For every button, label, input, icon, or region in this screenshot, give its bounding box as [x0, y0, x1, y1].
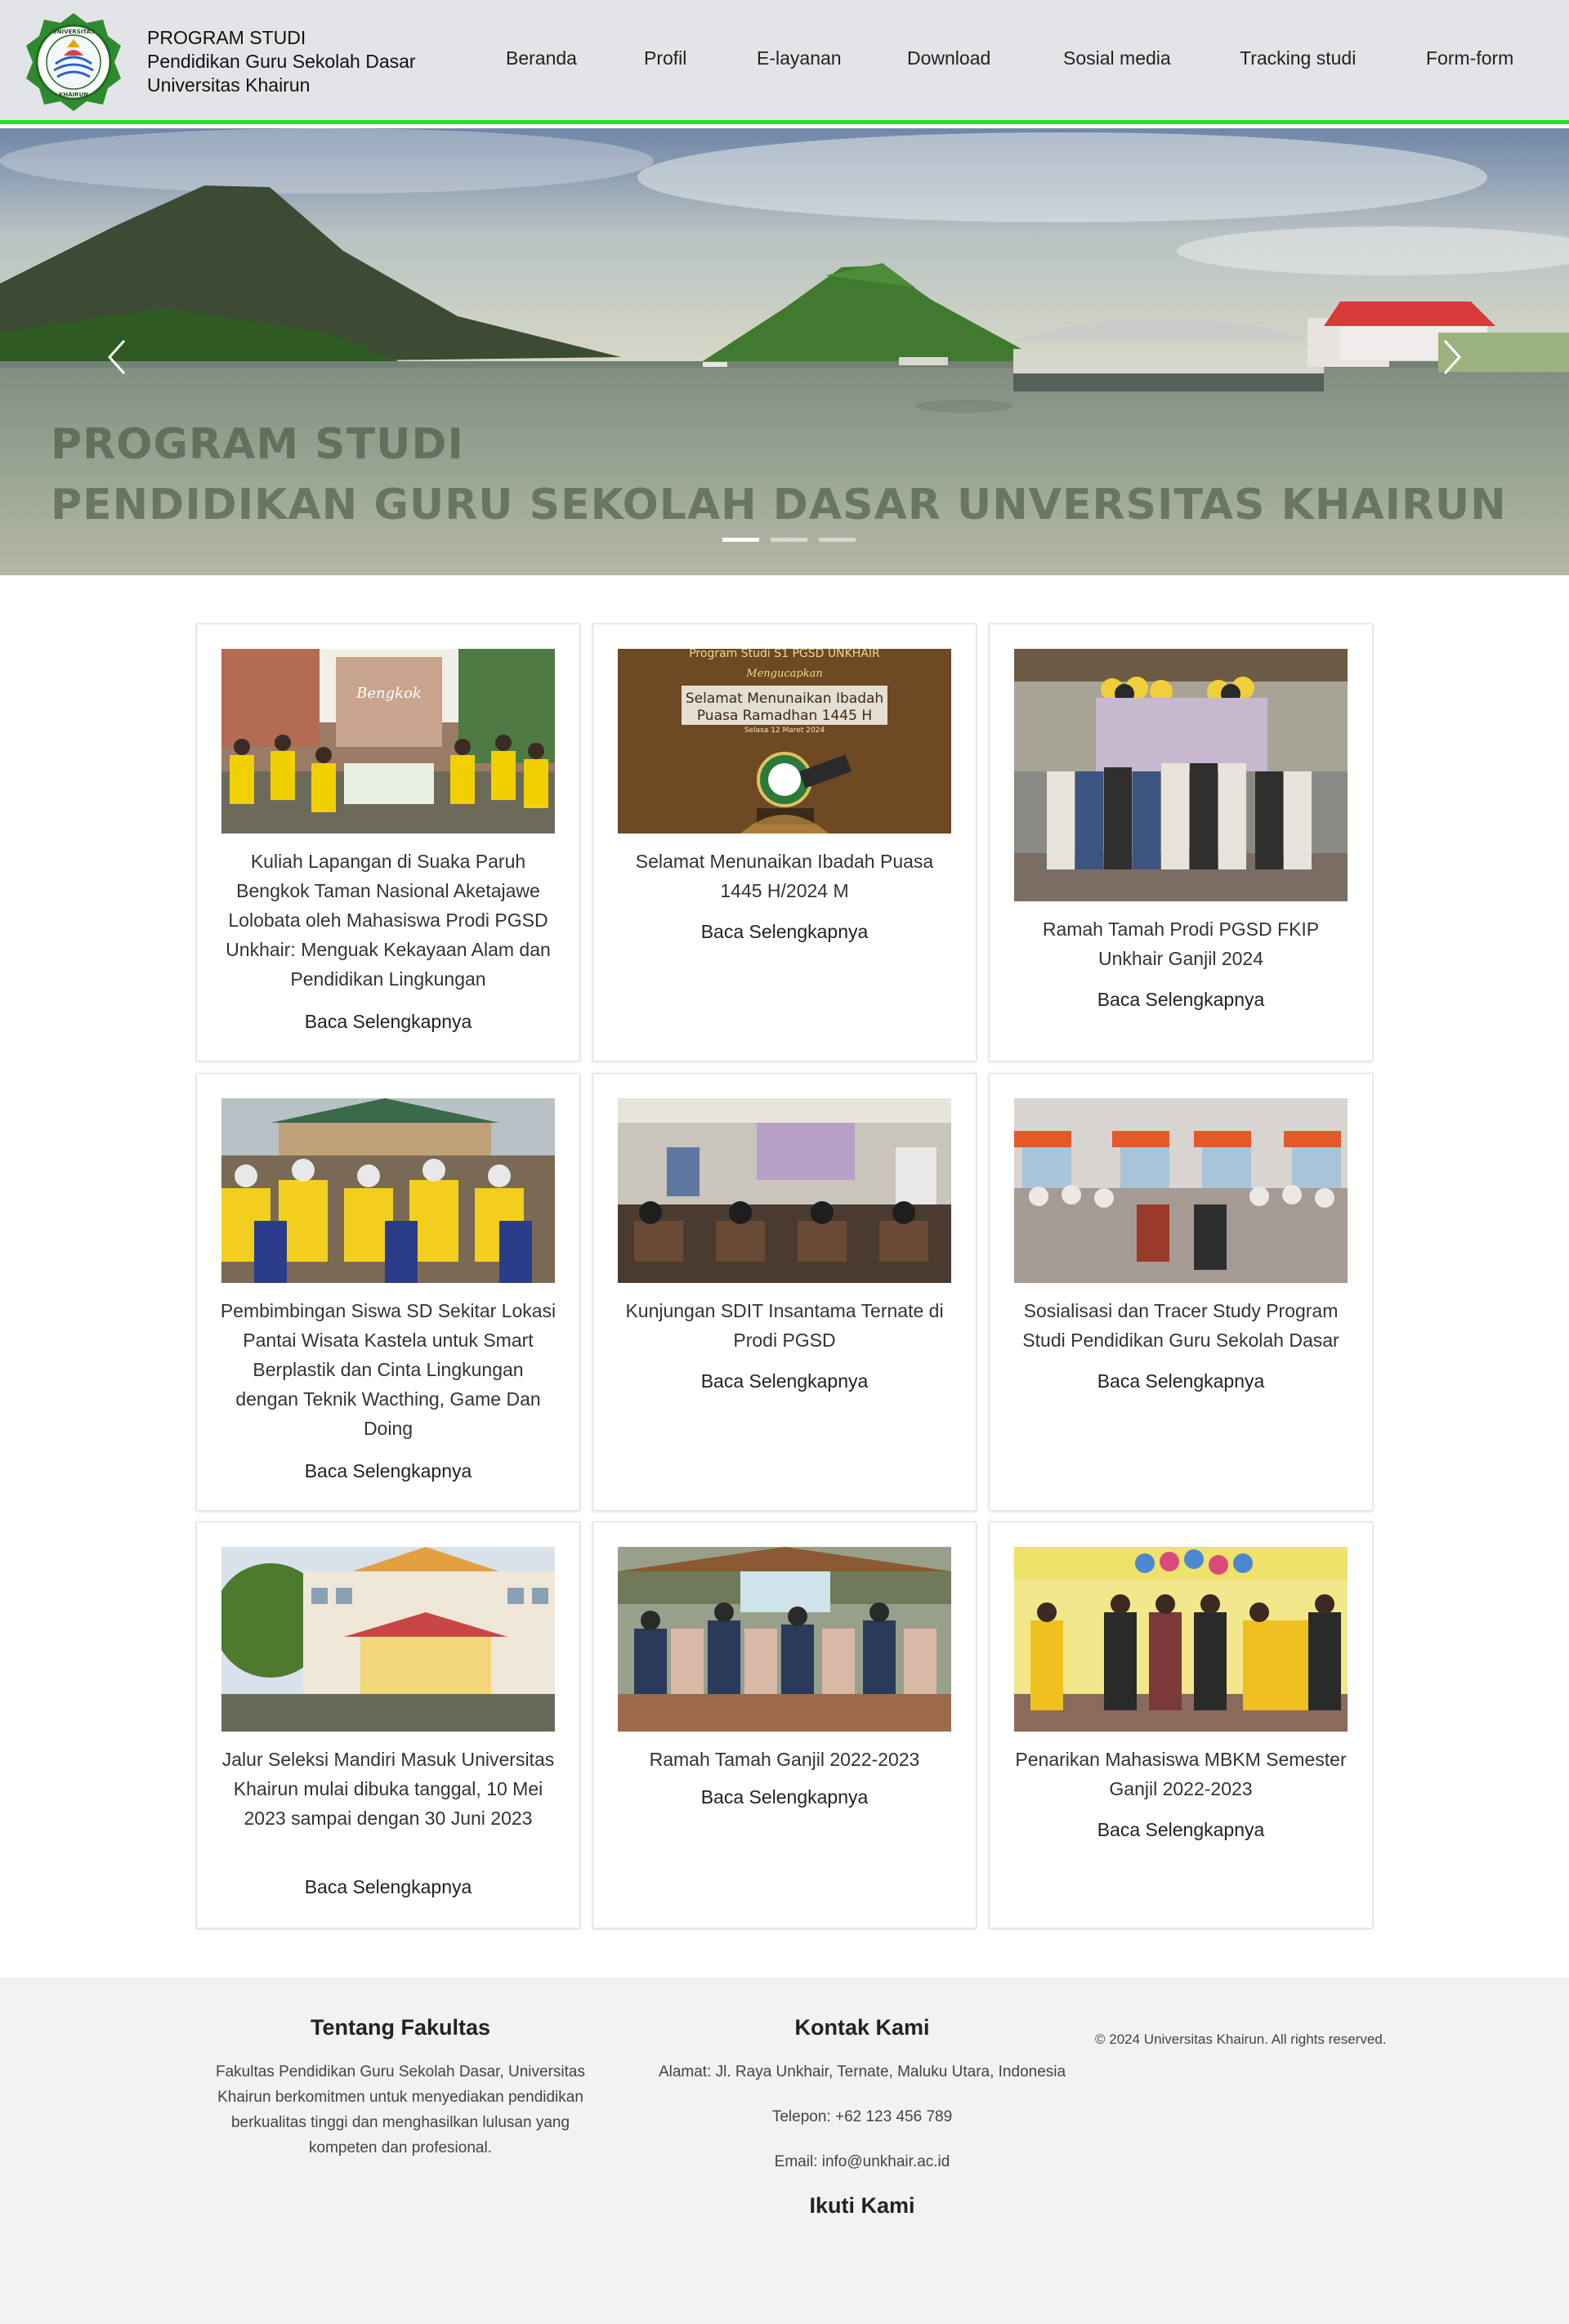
- chevron-right-icon[interactable]: [1437, 333, 1469, 382]
- nav-download[interactable]: Download: [907, 47, 990, 69]
- contact-phone: Telepon: +62 123 456 789: [771, 2108, 953, 2125]
- news-card: Program Studi S1 PGSD UNKHAIR Mengucapka…: [592, 623, 977, 1061]
- hero-caption-line-1: PROGRAM STUDI: [51, 420, 464, 469]
- logo-text-bottom: KHAIRUN: [59, 92, 88, 98]
- copyright: © 2024 Universitas Khairun. All rights r…: [1095, 2031, 1387, 2047]
- university-logo[interactable]: UNIVERSITAS KHAIRUN: [23, 11, 124, 113]
- banner-top-text: Program Studi S1 PGSD UNKHAIR: [689, 649, 880, 660]
- news-image[interactable]: [618, 1098, 951, 1283]
- about-text: Fakultas Pendidikan Guru Sekolah Dasar, …: [215, 2063, 585, 2156]
- about-title: Tentang Fakultas: [310, 2015, 491, 2040]
- read-more-link[interactable]: Baca Selengkapnya: [616, 921, 953, 943]
- hero-caption: PROGRAM STUDI PENDIDIKAN GURU SEKOLAH DA…: [51, 414, 1507, 535]
- news-title: Jalur Seleksi Mandiri Masuk Universitas …: [221, 1749, 555, 1829]
- nav-profil[interactable]: Profil: [644, 47, 686, 69]
- news-card: Kunjungan SDIT Insantama Ternate di Prod…: [592, 1073, 977, 1511]
- contact-address: Alamat: Jl. Raya Unkhair, Ternate, Maluk…: [658, 2063, 1066, 2080]
- news-title: Ramah Tamah Prodi PGSD FKIP Unkhair Ganj…: [1042, 918, 1320, 969]
- follow-title: Ikuti Kami: [809, 2193, 915, 2218]
- read-more-link[interactable]: Baca Selengkapnya: [616, 1370, 953, 1392]
- news-card: Sosialisasi dan Tracer Study Program Stu…: [989, 1073, 1373, 1511]
- news-card: Pembimbingan Siswa SD Sekitar Lokasi Pan…: [196, 1073, 580, 1511]
- banner-date: Selasa 12 Maret 2024: [744, 726, 825, 735]
- news-title: Pembimbingan Siswa SD Sekitar Lokasi Pan…: [220, 1300, 557, 1439]
- news-title: Ramah Tamah Ganjil 2022-2023: [649, 1749, 920, 1770]
- hero-caption-line-2: PENDIDIKAN GURU SEKOLAH DASAR UNVERSITAS…: [51, 480, 1507, 530]
- brand-line-3: Universitas Khairun: [147, 74, 311, 96]
- news-image[interactable]: [221, 1098, 555, 1283]
- news-image[interactable]: Bengkok: [221, 649, 555, 834]
- news-image[interactable]: [1014, 1547, 1348, 1732]
- news-image[interactable]: Program Studi S1 PGSD UNKHAIR Mengucapka…: [618, 649, 951, 834]
- carousel-indicator-1[interactable]: [722, 538, 759, 542]
- nav-form-form[interactable]: Form-form: [1426, 47, 1513, 69]
- news-card: Bengkok Kuliah Lapangan di Suaka Paruh B…: [196, 623, 580, 1061]
- news-card: Penarikan Mahasiswa MBKM Semester Ganjil…: [989, 1522, 1373, 1928]
- banner-main-line-2: Puasa Ramadhan 1445 H: [697, 708, 872, 724]
- brand-title[interactable]: PROGRAM STUDI Pendidikan Guru Sekolah Da…: [147, 26, 416, 97]
- news-title: Sosialisasi dan Tracer Study Program Stu…: [1022, 1300, 1339, 1351]
- carousel-indicator-3[interactable]: [819, 538, 856, 542]
- news-title: Selamat Menunaikan Ibadah Puasa 1445 H/2…: [635, 851, 934, 901]
- news-card: Ramah Tamah Ganjil 2022-2023 Baca Seleng…: [592, 1522, 977, 1928]
- sign-text: Bengkok: [355, 685, 422, 702]
- nav-e-layanan[interactable]: E-layanan: [757, 47, 842, 69]
- news-title: Kunjungan SDIT Insantama Ternate di Prod…: [625, 1300, 944, 1351]
- contact-title: Kontak Kami: [794, 2015, 930, 2040]
- read-more-link[interactable]: Baca Selengkapnya: [220, 1876, 557, 1898]
- hero-carousel: PROGRAM STUDI PENDIDIKAN GURU SEKOLAH DA…: [0, 128, 1569, 575]
- news-title: Penarikan Mahasiswa MBKM Semester Ganjil…: [1015, 1749, 1347, 1799]
- carousel-indicators: [722, 538, 856, 542]
- read-more-link[interactable]: Baca Selengkapnya: [220, 1011, 557, 1033]
- site-footer: Tentang Fakultas Fakultas Pendidikan Gur…: [0, 1978, 1569, 2324]
- nav-sosial-media[interactable]: Sosial media: [1063, 47, 1171, 69]
- news-image[interactable]: [1014, 649, 1348, 901]
- banner-main-line-1: Selamat Menunaikan Ibadah: [686, 690, 883, 707]
- banner-sub-text: Mengucapkan: [745, 668, 822, 680]
- news-card: Jalur Seleksi Mandiri Masuk Universitas …: [196, 1522, 580, 1928]
- brand-line-2: Pendidikan Guru Sekolah Dasar: [147, 51, 416, 72]
- news-title: Kuliah Lapangan di Suaka Paruh Bengkok T…: [226, 851, 551, 990]
- nav-beranda[interactable]: Beranda: [506, 47, 577, 69]
- brand-line-1: PROGRAM STUDI: [147, 27, 306, 48]
- read-more-link[interactable]: Baca Selengkapnya: [616, 1786, 953, 1808]
- carousel-indicator-2[interactable]: [771, 538, 807, 542]
- logo-text-top: UNIVERSITAS: [52, 29, 95, 35]
- read-more-link[interactable]: Baca Selengkapnya: [220, 1460, 557, 1482]
- contact-email: Email: info@unkhair.ac.id: [774, 2153, 950, 2170]
- news-card: Ramah Tamah Prodi PGSD FKIP Unkhair Ganj…: [989, 623, 1373, 1061]
- read-more-link[interactable]: Baca Selengkapnya: [1012, 1819, 1349, 1841]
- news-image[interactable]: [1014, 1098, 1348, 1283]
- nav-tracking-studi[interactable]: Tracking studi: [1240, 47, 1356, 69]
- read-more-link[interactable]: Baca Selengkapnya: [1012, 1370, 1349, 1392]
- news-image[interactable]: [618, 1547, 951, 1732]
- site-header: UNIVERSITAS KHAIRUN PROGRAM STUDI Pendid…: [0, 0, 1569, 124]
- chevron-left-icon[interactable]: [100, 333, 132, 382]
- news-image[interactable]: [221, 1547, 555, 1732]
- read-more-link[interactable]: Baca Selengkapnya: [1012, 989, 1349, 1011]
